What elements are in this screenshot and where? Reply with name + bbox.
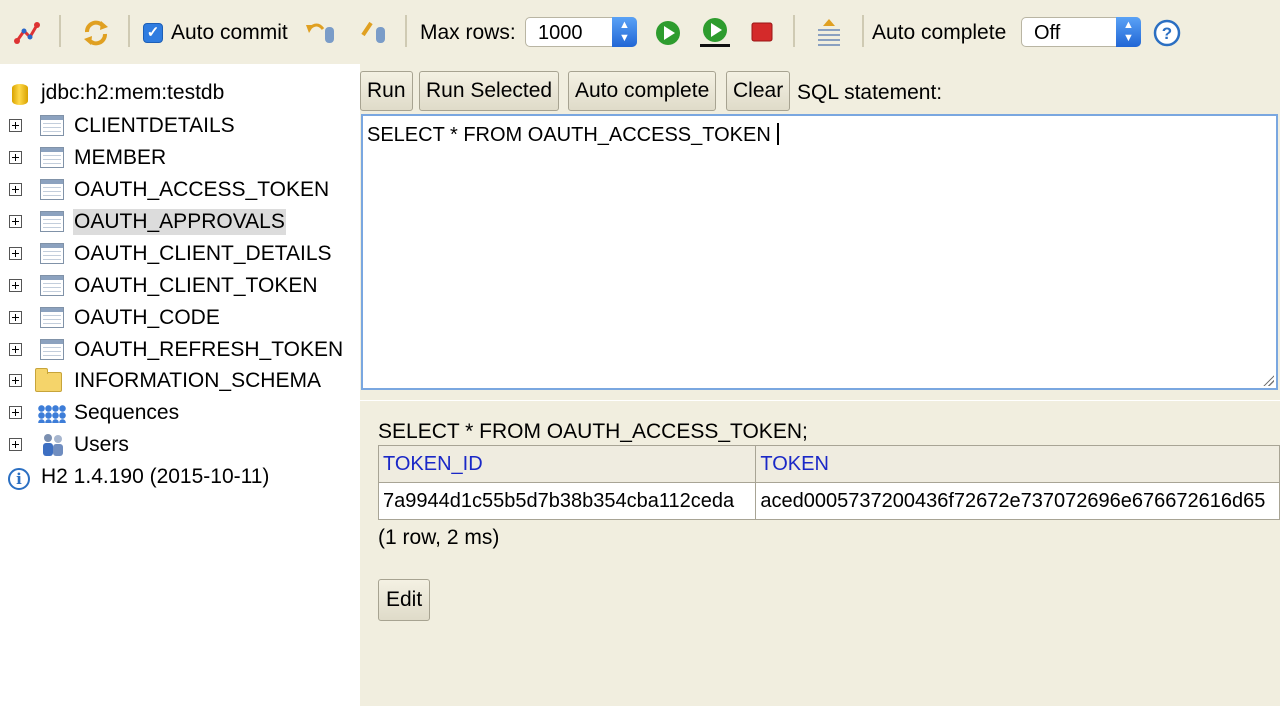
table-icon <box>40 275 64 296</box>
toolbar-separator <box>59 15 61 47</box>
result-table: TOKEN_ID TOKEN 7a9944d1c55b5d7b38b354cba… <box>377 445 1280 520</box>
table-row: 7a9944d1c55b5d7b38b354cba112ceda aced000… <box>377 482 1280 520</box>
tree-sequences[interactable]: Sequences <box>0 399 360 427</box>
table-label: MEMBER <box>74 146 167 169</box>
toolbar: ✓ Auto commit Max rows: 1000 ▲ ▼ Auto co… <box>0 0 1280 65</box>
result-query-echo: SELECT * FROM OAUTH_ACCESS_TOKEN; <box>378 420 808 443</box>
query-panel: Run Run Selected Auto complete Clear SQL… <box>360 64 1280 706</box>
tree-table-oauth-client-details[interactable]: OAUTH_CLIENT_DETAILS <box>0 240 360 268</box>
expand-icon[interactable] <box>9 215 22 228</box>
auto-commit-label: Auto commit <box>171 21 288 44</box>
table-icon <box>40 307 64 328</box>
tree-table-oauth-refresh-token[interactable]: OAUTH_REFRESH_TOKEN <box>0 336 360 364</box>
toolbar-separator <box>793 15 795 47</box>
text-cursor <box>777 123 780 145</box>
help-glyph: ? <box>1162 24 1172 43</box>
table-cell: 7a9944d1c55b5d7b38b354cba112ceda <box>377 482 757 520</box>
schema-tree: jdbc:h2:mem:testdb CLIENTDETAILS MEMBER … <box>0 64 360 705</box>
clear-button[interactable]: Clear <box>726 71 791 111</box>
max-rows-value: 1000 <box>538 22 583 44</box>
expand-icon[interactable] <box>9 151 22 164</box>
folder-icon <box>35 368 62 392</box>
table-header-row: TOKEN_ID TOKEN <box>377 445 1280 483</box>
tree-users[interactable]: Users <box>0 431 360 459</box>
resize-grip-icon[interactable] <box>1262 374 1274 386</box>
disconnect-icon[interactable] <box>12 16 42 50</box>
schema-label: INFORMATION_SCHEMA <box>74 369 321 392</box>
select-arrow-icon: ▲ ▼ <box>1116 17 1141 47</box>
refresh-icon[interactable] <box>80 16 112 50</box>
help-icon[interactable]: ? <box>1152 16 1182 50</box>
table-cell: aced0005737200436f72672e737072696e676672… <box>755 482 1280 520</box>
tree-table-member[interactable]: MEMBER <box>0 144 360 172</box>
auto-complete-select[interactable]: Off ▲ ▼ <box>1021 17 1141 47</box>
expand-icon[interactable] <box>9 311 22 324</box>
result-area: SELECT * FROM OAUTH_ACCESS_TOKEN; TOKEN_… <box>360 400 1280 706</box>
table-label-selected: OAUTH_APPROVALS <box>73 209 286 235</box>
table-icon <box>40 339 64 360</box>
table-label: CLIENTDETAILS <box>74 114 235 137</box>
select-arrow-icon: ▲ ▼ <box>612 17 637 47</box>
stop-icon[interactable] <box>748 16 776 50</box>
table-label: OAUTH_CLIENT_TOKEN <box>74 274 318 297</box>
run-button[interactable]: Run <box>360 71 413 111</box>
max-rows-select[interactable]: 1000 ▲ ▼ <box>525 17 637 47</box>
toolbar-separator <box>405 15 407 47</box>
sql-statement-label: SQL statement: <box>797 81 943 104</box>
run-selected-icon[interactable] <box>697 16 733 50</box>
tree-table-oauth-client-token[interactable]: OAUTH_CLIENT_TOKEN <box>0 272 360 300</box>
sql-editor[interactable]: SELECT * FROM OAUTH_ACCESS_TOKEN <box>361 114 1278 390</box>
result-status: (1 row, 2 ms) <box>378 526 500 549</box>
commit-icon[interactable] <box>358 16 390 50</box>
edit-button[interactable]: Edit <box>378 579 431 621</box>
expand-icon[interactable] <box>9 279 22 292</box>
auto-commit-checkbox[interactable]: ✓ <box>143 23 163 43</box>
table-label: OAUTH_REFRESH_TOKEN <box>74 338 344 361</box>
expand-icon[interactable] <box>9 406 22 419</box>
tree-version: H2 1.4.190 (2015-10-11) <box>0 463 360 491</box>
expand-icon[interactable] <box>9 247 22 260</box>
tree-information-schema[interactable]: INFORMATION_SCHEMA <box>0 367 360 395</box>
users-label: Users <box>74 433 129 456</box>
tree-table-oauth-approvals[interactable]: OAUTH_APPROVALS <box>0 208 360 236</box>
rollback-icon[interactable] <box>305 16 337 50</box>
table-icon <box>40 179 64 200</box>
users-icon <box>43 434 63 456</box>
history-icon[interactable] <box>814 16 844 50</box>
expand-icon[interactable] <box>9 119 22 132</box>
table-icon <box>40 211 64 232</box>
version-label: H2 1.4.190 (2015-10-11) <box>41 465 270 488</box>
expand-icon[interactable] <box>9 438 22 451</box>
auto-complete-button[interactable]: Auto complete <box>568 71 717 111</box>
tree-table-clientdetails[interactable]: CLIENTDETAILS <box>0 112 360 140</box>
expand-icon[interactable] <box>9 374 22 387</box>
expand-icon[interactable] <box>9 343 22 356</box>
toolbar-separator <box>128 15 130 47</box>
sql-text: SELECT * FROM OAUTH_ACCESS_TOKEN <box>367 124 777 146</box>
max-rows-label: Max rows: <box>420 21 516 44</box>
sequences-label: Sequences <box>74 401 180 424</box>
tree-table-oauth-code[interactable]: OAUTH_CODE <box>0 304 360 332</box>
table-label: OAUTH_CODE <box>74 306 220 329</box>
sequence-icon <box>38 405 66 423</box>
column-header-token-id[interactable]: TOKEN_ID <box>377 445 757 483</box>
table-label: OAUTH_CLIENT_DETAILS <box>74 242 332 265</box>
run-icon[interactable] <box>652 16 684 50</box>
tree-connection[interactable]: jdbc:h2:mem:testdb <box>0 79 360 107</box>
connection-label: jdbc:h2:mem:testdb <box>41 81 225 104</box>
expand-icon[interactable] <box>9 183 22 196</box>
run-selected-button[interactable]: Run Selected <box>419 71 560 111</box>
tree-table-oauth-access-token[interactable]: OAUTH_ACCESS_TOKEN <box>0 176 360 204</box>
table-icon <box>40 115 64 136</box>
table-icon <box>40 243 64 264</box>
toolbar-separator <box>862 15 864 47</box>
table-label: OAUTH_ACCESS_TOKEN <box>74 178 330 201</box>
auto-complete-value: Off <box>1034 22 1061 44</box>
table-icon <box>40 147 64 168</box>
column-header-token[interactable]: TOKEN <box>755 445 1280 483</box>
auto-complete-toolbar-label: Auto complete <box>872 21 1007 44</box>
